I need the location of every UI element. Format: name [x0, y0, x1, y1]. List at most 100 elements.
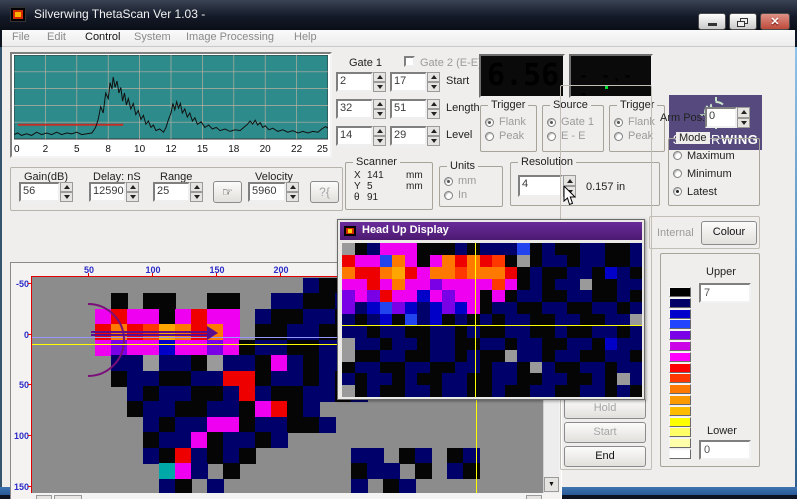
- heat-cell: [367, 385, 380, 397]
- palette-swatch-12[interactable]: [669, 417, 691, 427]
- delay-spinner-down-button[interactable]: [126, 192, 139, 202]
- mode-option-latest[interactable]: Latest: [669, 184, 759, 202]
- palette-swatch-14[interactable]: [669, 438, 691, 448]
- range-spinner[interactable]: 25: [153, 182, 203, 202]
- gain-spinner[interactable]: 56: [19, 182, 73, 202]
- horizontal-scrollbar[interactable]: ◀ ▶: [32, 495, 543, 499]
- heat-cell: [239, 371, 256, 387]
- heat-cell: [442, 243, 455, 255]
- hud-canvas[interactable]: [342, 243, 642, 397]
- heat-cell: [417, 326, 430, 338]
- trigger1-option-flank[interactable]: Flank: [481, 116, 536, 130]
- delay-spinner[interactable]: 12590: [89, 182, 139, 202]
- delay-spinner-up-button[interactable]: [126, 182, 139, 192]
- palette-swatch-13[interactable]: [669, 427, 691, 437]
- head-up-display-window[interactable]: Head Up Display: [337, 219, 645, 400]
- menu-item-file[interactable]: File: [12, 31, 30, 43]
- palette-swatch-6[interactable]: [669, 352, 691, 362]
- minimize-button[interactable]: [698, 13, 726, 30]
- gate1-start-spinner[interactable]: 2: [336, 72, 386, 92]
- lower-input[interactable]: 0: [699, 440, 751, 460]
- hud-title-bar[interactable]: Head Up Display: [340, 222, 642, 240]
- heat-cell: [630, 326, 643, 338]
- heat-cell: [342, 267, 355, 279]
- gate1-length-up-button[interactable]: [373, 99, 386, 109]
- gate1-length-spinner[interactable]: 32: [336, 99, 386, 119]
- palette-swatch-1[interactable]: [669, 298, 691, 308]
- gate1-level-up-button[interactable]: [373, 126, 386, 136]
- probe-select-button[interactable]: ☞: [213, 181, 242, 203]
- menu-item-system[interactable]: System: [134, 31, 171, 43]
- gate2-start-up-button[interactable]: [427, 72, 440, 82]
- gate1-level-spinner[interactable]: 14: [336, 126, 386, 146]
- palette-swatch-7[interactable]: [669, 363, 691, 373]
- scroll-right-button[interactable]: ▶: [526, 495, 542, 499]
- colour-button[interactable]: Colour: [701, 221, 757, 245]
- heat-cell: [580, 243, 593, 255]
- heat-cell: [239, 355, 256, 371]
- gate-row-label: Level: [446, 129, 472, 141]
- start-button[interactable]: Start: [564, 422, 646, 443]
- gate2-level-spinner[interactable]: 29: [390, 126, 440, 146]
- hold-button[interactable]: Hold: [564, 398, 646, 419]
- menu-item-help[interactable]: Help: [294, 31, 317, 43]
- palette-swatch-10[interactable]: [669, 395, 691, 405]
- heat-cell: [567, 326, 580, 338]
- gate1-length-down-button[interactable]: [373, 109, 386, 119]
- palette-swatch-2[interactable]: [669, 309, 691, 319]
- scroll-left-button[interactable]: ◀: [36, 495, 52, 499]
- gate2-length-spinner[interactable]: 51: [390, 99, 440, 119]
- ascan-waveform-panel[interactable]: 025810121518202225: [10, 52, 332, 158]
- gate2-length-up-button[interactable]: [427, 99, 440, 109]
- scroll-down-button[interactable]: ▼: [544, 477, 559, 492]
- gate1-start-up-button[interactable]: [373, 72, 386, 82]
- heat-cell: [342, 373, 355, 385]
- velocity-spinner-down-button[interactable]: [286, 192, 299, 202]
- palette-swatch-0[interactable]: [669, 287, 691, 297]
- palette-swatch-5[interactable]: [669, 341, 691, 351]
- horizontal-scrollbar-thumb[interactable]: [54, 495, 82, 499]
- heat-cell: [380, 373, 393, 385]
- gate2-start-spinner[interactable]: 17: [390, 72, 440, 92]
- arm-pos-spinner-down-button[interactable]: [737, 118, 750, 129]
- palette-swatch-4[interactable]: [669, 330, 691, 340]
- menu-item-control[interactable]: Control: [85, 31, 120, 43]
- mode-option-minimum[interactable]: Minimum: [669, 166, 759, 184]
- gain-spinner-down-button[interactable]: [60, 192, 73, 202]
- trigger1-option-peak[interactable]: Peak: [481, 130, 536, 144]
- arm-pos-spinner-up-button[interactable]: [737, 107, 750, 118]
- close-button[interactable]: ✕: [760, 13, 790, 30]
- heat-cell: [355, 338, 368, 350]
- velocity-spinner-up-button[interactable]: [286, 182, 299, 192]
- velocity-query-button[interactable]: ?{: [310, 181, 339, 203]
- palette-swatch-9[interactable]: [669, 384, 691, 394]
- restore-button[interactable]: [729, 13, 757, 30]
- gate1-label: Gate 1: [349, 57, 382, 69]
- gate2-length-down-button[interactable]: [427, 109, 440, 119]
- title-bar[interactable]: Silverwing ThetaScan Ver 1.03 - ✕: [0, 0, 797, 30]
- units-option-in[interactable]: In: [440, 189, 502, 203]
- upper-input[interactable]: 7: [699, 283, 751, 303]
- menu-item-edit[interactable]: Edit: [47, 31, 66, 43]
- heat-cell: [542, 373, 555, 385]
- gate2-start-down-button[interactable]: [427, 82, 440, 92]
- units-option-mm[interactable]: mm: [440, 175, 502, 189]
- palette-swatch-15[interactable]: [669, 449, 691, 459]
- palette-swatch-3[interactable]: [669, 319, 691, 329]
- gain-spinner-up-button[interactable]: [60, 182, 73, 192]
- menu-item-image-processing[interactable]: Image Processing: [186, 31, 274, 43]
- gate2-checkbox[interactable]: [404, 56, 415, 67]
- gate2-level-down-button[interactable]: [427, 136, 440, 146]
- gate1-level-down-button[interactable]: [373, 136, 386, 146]
- arm-pos-spinner[interactable]: 0: [705, 107, 750, 128]
- gate2-level-up-button[interactable]: [427, 126, 440, 136]
- gate1-start-down-button[interactable]: [373, 82, 386, 92]
- range-spinner-down-button[interactable]: [190, 192, 203, 202]
- palette-swatch-8[interactable]: [669, 373, 691, 383]
- palette-swatch-11[interactable]: [669, 406, 691, 416]
- end-button[interactable]: End: [564, 446, 646, 467]
- mode-option-maximum[interactable]: Maximum: [669, 148, 759, 166]
- velocity-spinner[interactable]: 5960: [248, 182, 299, 202]
- probe-arc: [51, 303, 125, 377]
- range-spinner-up-button[interactable]: [190, 182, 203, 192]
